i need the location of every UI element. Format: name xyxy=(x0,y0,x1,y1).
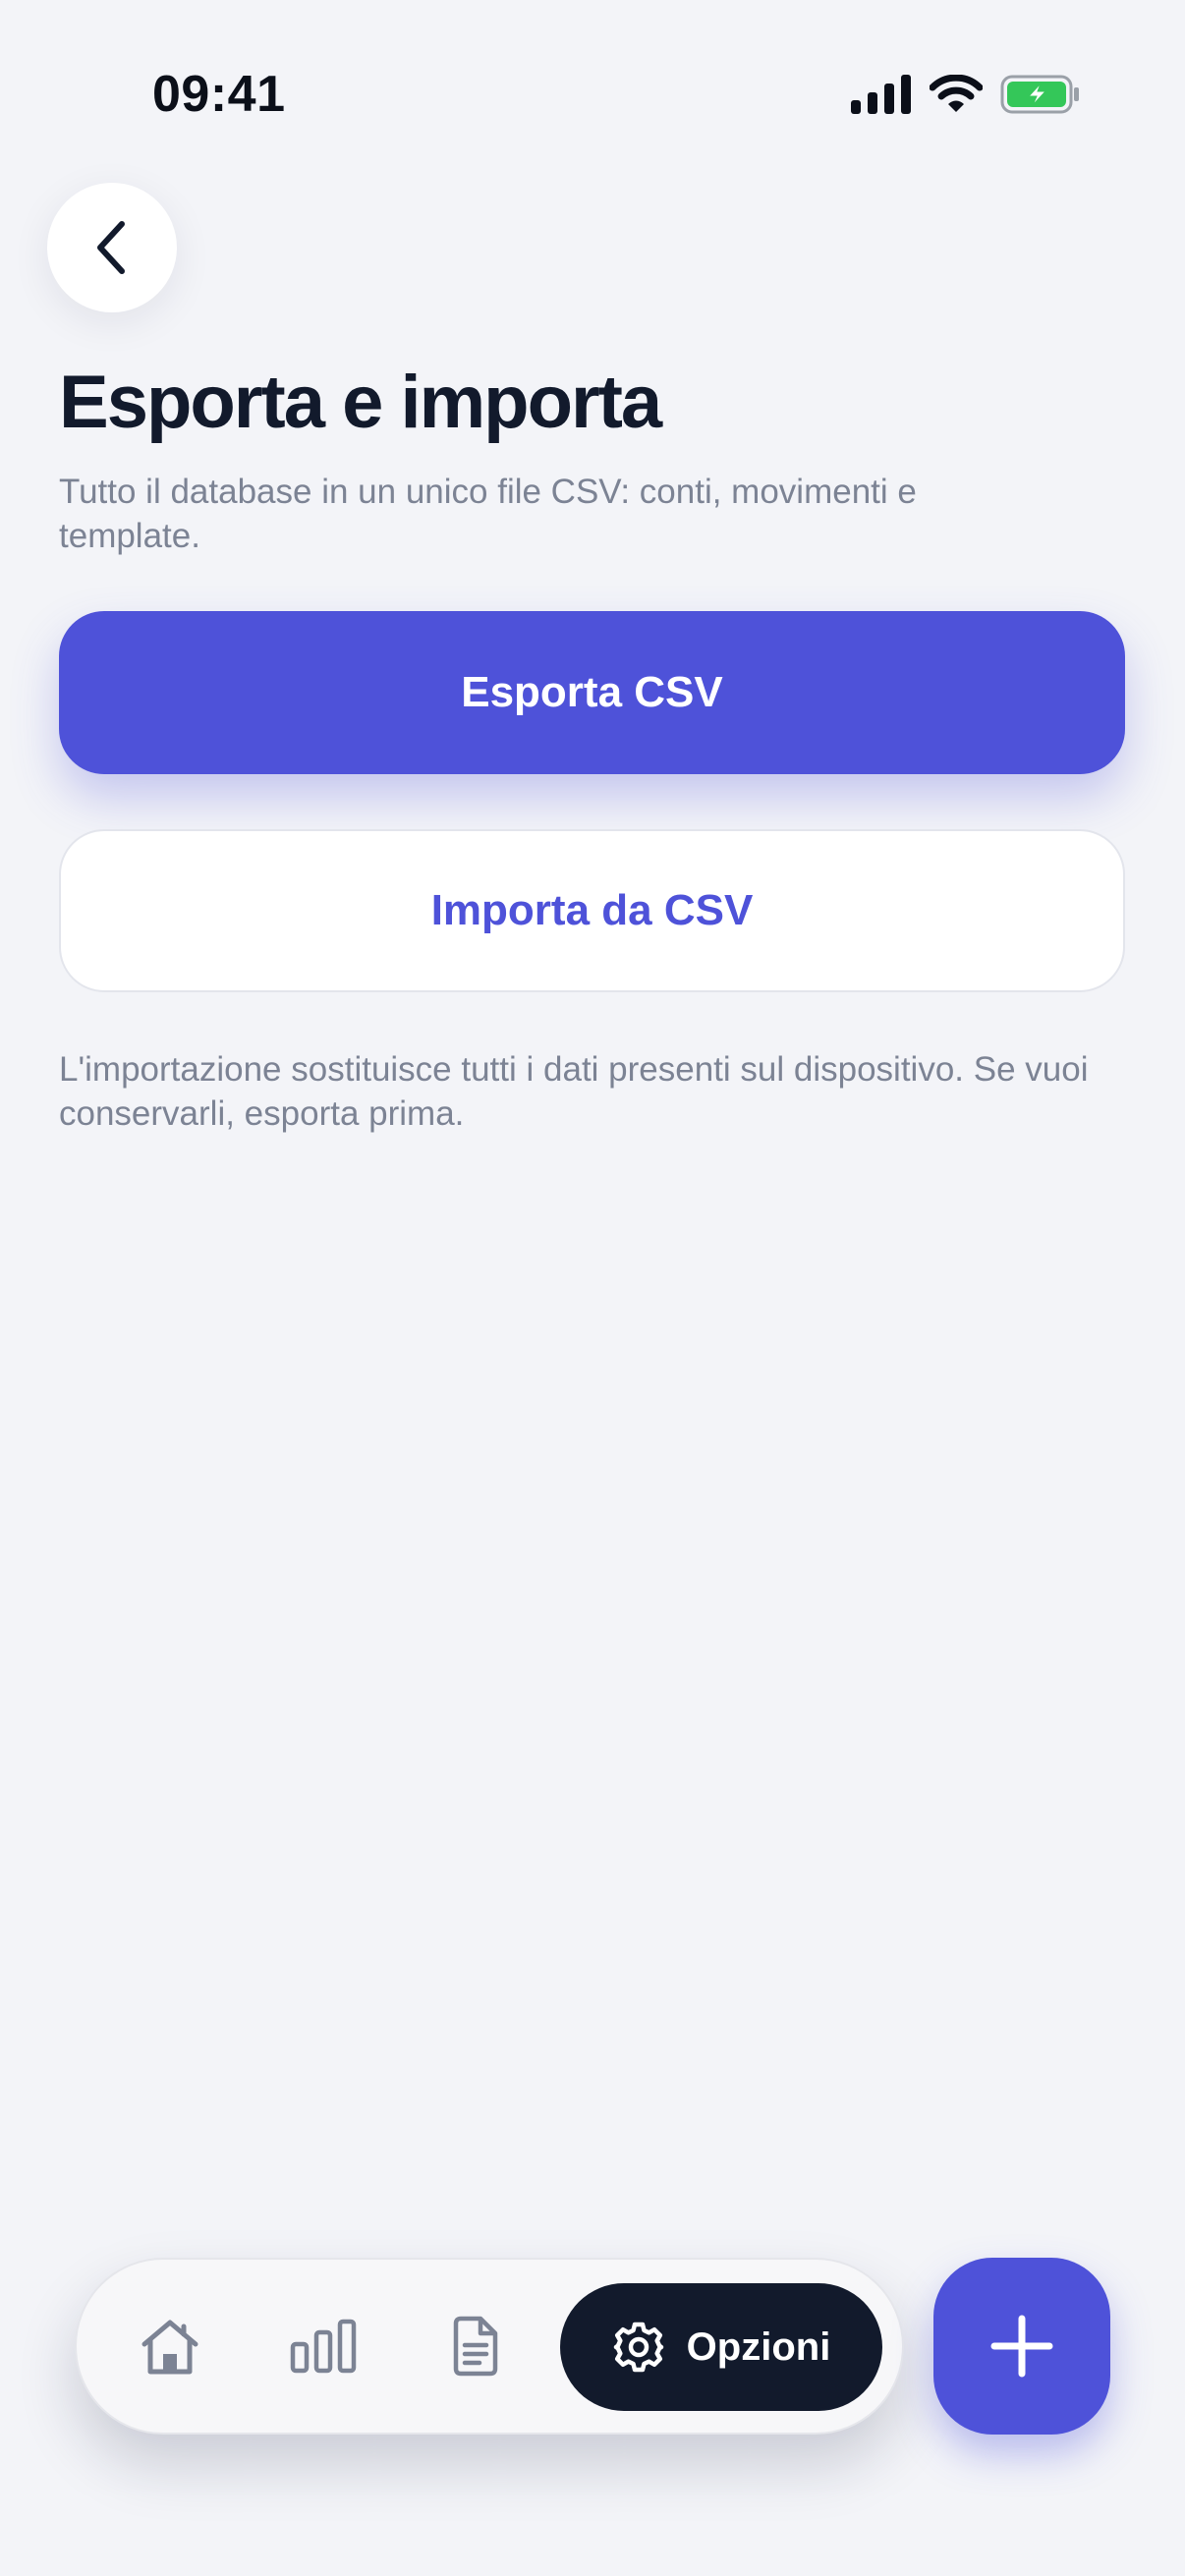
tab-documents[interactable] xyxy=(422,2260,530,2433)
status-time: 09:41 xyxy=(152,66,286,123)
tab-stats[interactable] xyxy=(269,2260,377,2433)
home-icon xyxy=(141,2320,198,2375)
tab-options[interactable]: Opzioni xyxy=(560,2283,882,2411)
chevron-left-icon xyxy=(97,221,125,274)
tab-options-label: Opzioni xyxy=(686,2324,831,2369)
bottom-tab-bar: Opzioni xyxy=(75,2258,904,2435)
export-csv-label: Esporta CSV xyxy=(461,668,723,716)
gear-icon xyxy=(613,2322,663,2373)
import-csv-label: Importa da CSV xyxy=(430,886,754,934)
battery-charging-icon xyxy=(1000,75,1079,114)
import-csv-button[interactable]: Importa da CSV xyxy=(59,829,1125,992)
add-button[interactable] xyxy=(933,2258,1110,2435)
plus-icon xyxy=(990,2315,1053,2378)
export-csv-button[interactable]: Esporta CSV xyxy=(59,611,1125,774)
back-button[interactable] xyxy=(47,183,177,312)
document-icon xyxy=(453,2316,498,2377)
tab-home[interactable] xyxy=(116,2260,224,2433)
signal-icon xyxy=(851,75,911,114)
page-title: Esporta e importa xyxy=(59,361,662,444)
page-subtitle: Tutto il database in un unico file CSV: … xyxy=(59,473,917,555)
status-icons xyxy=(851,75,1081,114)
bar-chart-icon xyxy=(290,2319,357,2374)
wifi-icon xyxy=(930,75,983,112)
import-warning-note: L'importazione sostituisce tutti i dati … xyxy=(59,1050,1089,1133)
